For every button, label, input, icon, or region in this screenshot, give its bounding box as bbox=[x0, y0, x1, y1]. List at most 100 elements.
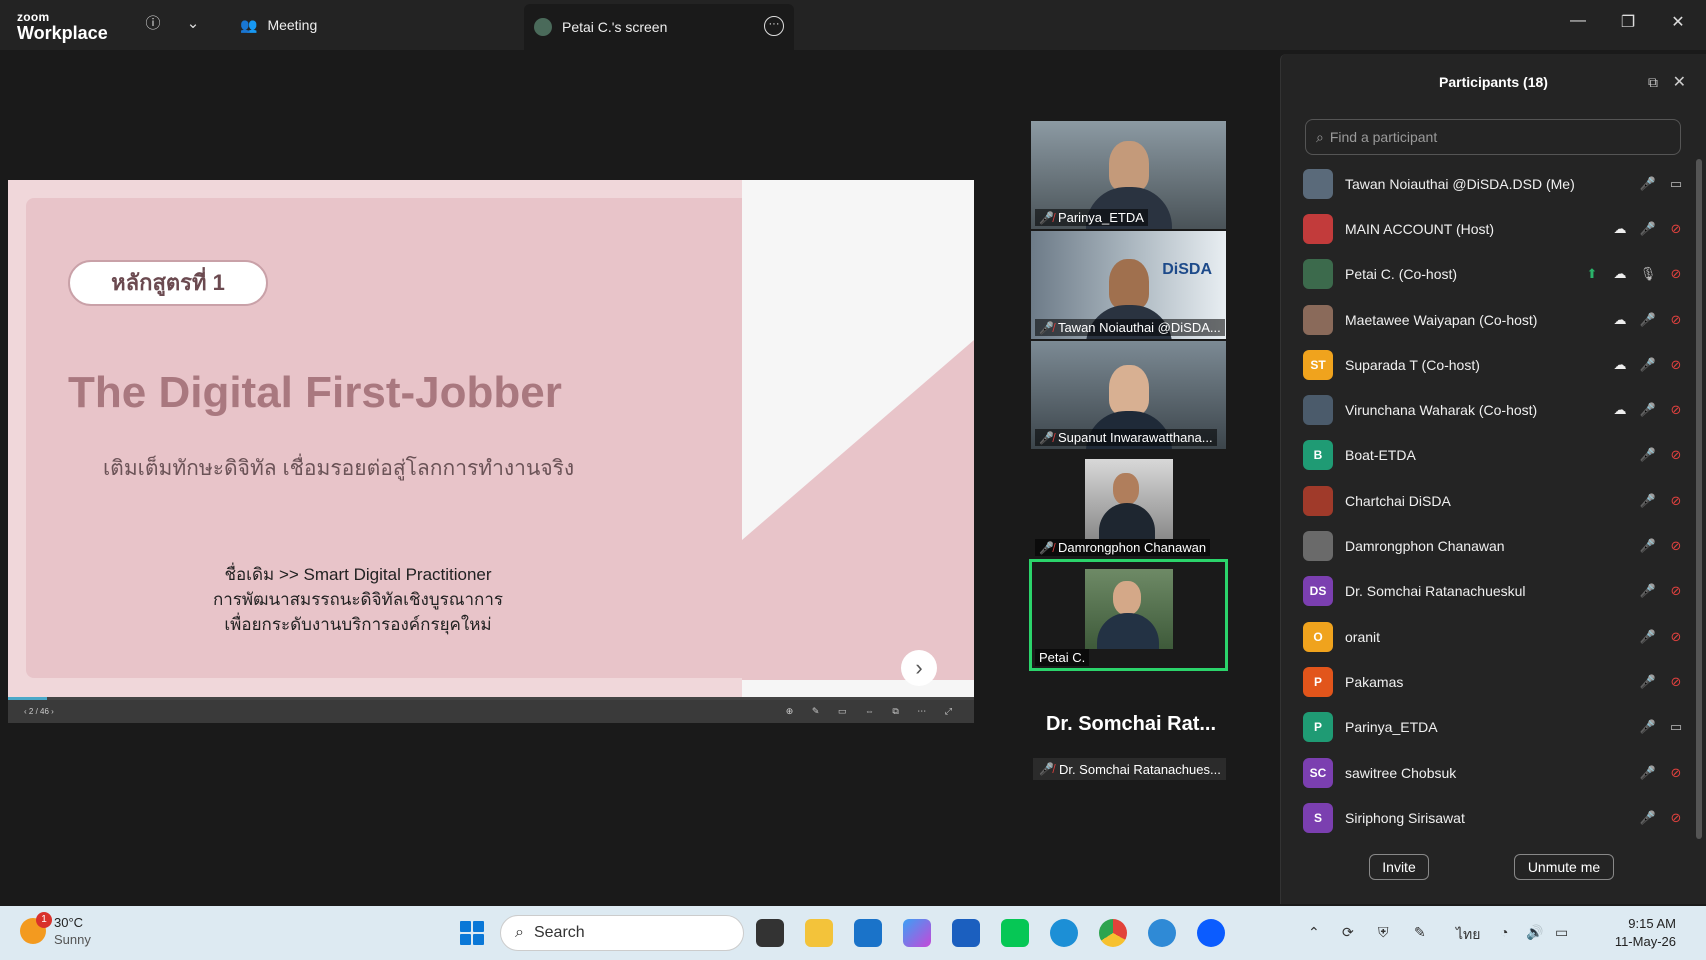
mic-muted-icon[interactable]: 🎤 bbox=[1639, 493, 1657, 509]
mic-muted-icon[interactable]: 🎤 bbox=[1639, 357, 1657, 373]
participant-avatar bbox=[1303, 395, 1333, 426]
video-tile-4[interactable]: 🎤̸ Damrongphon Chanawan bbox=[1031, 451, 1226, 559]
participant-search-input[interactable]: ⌕ Find a participant bbox=[1305, 119, 1681, 155]
language-indicator[interactable]: ไทย bbox=[1456, 924, 1480, 946]
slide-page-indicator[interactable]: ‹ 2 / 46 › bbox=[24, 707, 54, 716]
taskbar-search[interactable]: ⌕ Search bbox=[500, 915, 744, 951]
start-button[interactable] bbox=[460, 921, 484, 945]
battery-icon[interactable]: ▭ bbox=[1555, 924, 1568, 941]
participant-row[interactable]: B Boat-ETDA 🎤 ⊘ bbox=[1295, 433, 1685, 478]
cloud-recording-icon[interactable]: ☁ bbox=[1611, 357, 1629, 373]
camera-on-icon[interactable]: ▭ bbox=[1667, 176, 1685, 192]
mic-muted-icon[interactable]: 🎤 bbox=[1639, 629, 1657, 645]
participant-row[interactable]: Tawan Noiauthai @DiSDA.DSD (Me) 🎤 ▭ bbox=[1295, 161, 1685, 206]
store-icon[interactable] bbox=[952, 919, 980, 947]
mic-muted-icon[interactable]: 🎤 bbox=[1639, 810, 1657, 826]
participant-row[interactable]: P Parinya_ETDA 🎤 ▭ bbox=[1295, 705, 1685, 750]
video-tile-3[interactable]: 🎤̸ Supanut Inwarawatthana... bbox=[1031, 341, 1226, 449]
camera-off-icon[interactable]: ⊘ bbox=[1667, 765, 1685, 781]
participant-row[interactable]: ST Suparada T (Co-host) ☁ 🎤 ⊘ bbox=[1295, 342, 1685, 387]
camera-off-icon[interactable]: ⊘ bbox=[1667, 538, 1685, 554]
camera-off-icon[interactable]: ⊘ bbox=[1667, 583, 1685, 599]
video-tile-1[interactable]: 🎤̸ Parinya_ETDA bbox=[1031, 121, 1226, 229]
slide-tools[interactable]: ⊕ ✎ ▭ ⇔ ⧉ ⋯ ⤢ bbox=[786, 706, 960, 717]
participant-row[interactable]: Chartchai DiSDA 🎤 ⊘ bbox=[1295, 478, 1685, 523]
cloud-recording-icon[interactable]: ☁ bbox=[1611, 312, 1629, 328]
copilot-icon[interactable] bbox=[903, 919, 931, 947]
weather-widget[interactable]: 1 30°C Sunny bbox=[20, 912, 91, 948]
camera-on-icon[interactable]: ▭ bbox=[1667, 719, 1685, 735]
mic-muted-icon: 🎤̸ bbox=[1039, 540, 1054, 555]
zoom-icon[interactable] bbox=[1197, 919, 1225, 947]
video-tile-active-speaker[interactable]: Petai C. bbox=[1029, 559, 1228, 671]
outlook-icon[interactable] bbox=[854, 919, 882, 947]
security-icon[interactable]: ⛨ bbox=[1378, 924, 1389, 941]
system-clock[interactable]: 9:15 AM 11-May-26 bbox=[1615, 915, 1676, 951]
mic-muted-icon[interactable]: 🎤 bbox=[1639, 674, 1657, 690]
mic-muted-icon[interactable]: 🎤 bbox=[1639, 402, 1657, 418]
pop-out-icon[interactable]: ⧉ bbox=[1648, 74, 1658, 91]
camera-off-icon[interactable]: ⊘ bbox=[1667, 402, 1685, 418]
close-panel-icon[interactable]: ✕ bbox=[1673, 72, 1686, 92]
mic-muted-icon[interactable]: 🎤 bbox=[1639, 765, 1657, 781]
participant-row[interactable]: Maetawee Waiyapan (Co-host) ☁ 🎤 ⊘ bbox=[1295, 297, 1685, 342]
mic-muted-icon[interactable]: 🎤 bbox=[1639, 447, 1657, 463]
cloud-recording-icon[interactable]: ☁ bbox=[1611, 266, 1629, 282]
mic-muted-icon[interactable]: 🎤 bbox=[1639, 176, 1657, 192]
camera-off-icon[interactable]: ⊘ bbox=[1667, 357, 1685, 373]
show-hidden-icons[interactable]: ⌃ bbox=[1308, 924, 1320, 941]
close-window-button[interactable]: ✕ bbox=[1666, 12, 1690, 32]
mic-muted-icon[interactable]: 🎤 bbox=[1639, 221, 1657, 237]
task-view-icon[interactable] bbox=[756, 919, 784, 947]
unmute-me-button[interactable]: Unmute me bbox=[1514, 854, 1614, 880]
edge-icon[interactable] bbox=[1050, 919, 1078, 947]
restore-button[interactable]: ❐ bbox=[1616, 12, 1640, 32]
mic-muted-icon[interactable]: 🎤 bbox=[1639, 583, 1657, 599]
participant-row[interactable]: Damrongphon Chanawan 🎤 ⊘ bbox=[1295, 523, 1685, 568]
participant-row[interactable]: P Pakamas 🎤 ⊘ bbox=[1295, 659, 1685, 704]
minimize-button[interactable]: — bbox=[1566, 12, 1590, 30]
chevron-down-icon[interactable]: ⌄ bbox=[182, 13, 204, 35]
pen-icon[interactable]: ✎ bbox=[1414, 924, 1426, 941]
wifi-icon[interactable]: ◔ bbox=[1500, 924, 1508, 940]
chrome-icon[interactable] bbox=[1099, 919, 1127, 947]
line-icon[interactable] bbox=[1001, 919, 1029, 947]
camera-off-icon[interactable]: ⊘ bbox=[1667, 810, 1685, 826]
screen-share-icon[interactable]: ⬆ bbox=[1583, 266, 1601, 282]
shared-screen[interactable]: หลักสูตรที่ 1 The Digital First-Jobber เ… bbox=[8, 180, 974, 723]
participant-scrollbar[interactable] bbox=[1696, 159, 1702, 839]
camera-off-icon[interactable]: ⊘ bbox=[1667, 493, 1685, 509]
video-tile-2[interactable]: DiSDA 🎤̸ Tawan Noiauthai @DiSDA... bbox=[1031, 231, 1226, 339]
more-options-icon[interactable]: ··· bbox=[764, 16, 784, 36]
invite-button[interactable]: Invite bbox=[1369, 854, 1429, 880]
participant-row[interactable]: S Siriphong Sirisawat 🎤 ⊘ bbox=[1295, 795, 1685, 840]
tab-shared-screen[interactable]: Petai C.'s screen ··· bbox=[524, 4, 794, 50]
next-slide-button[interactable]: › bbox=[901, 650, 937, 686]
sync-icon[interactable]: ⟳ bbox=[1342, 924, 1354, 941]
camera-off-icon[interactable]: ⊘ bbox=[1667, 674, 1685, 690]
mic-muted-icon[interactable]: 🎤 bbox=[1639, 538, 1657, 554]
tab-meeting[interactable]: 👥 Meeting bbox=[240, 0, 317, 50]
camera-off-icon[interactable]: ⊘ bbox=[1667, 629, 1685, 645]
cloud-recording-icon[interactable]: ☁ bbox=[1611, 402, 1629, 418]
info-icon[interactable]: ⓘ bbox=[142, 13, 164, 35]
file-explorer-icon[interactable] bbox=[805, 919, 833, 947]
participant-row[interactable]: Ooranit 🎤 ⊘ bbox=[1295, 614, 1685, 659]
mic-on-icon[interactable]: 🎙 bbox=[1639, 266, 1657, 282]
participant-row[interactable]: Petai C. (Co-host) ⬆ ☁ 🎙 ⊘ bbox=[1295, 252, 1685, 297]
participant-avatar bbox=[1303, 485, 1333, 516]
mic-muted-icon[interactable]: 🎤 bbox=[1639, 312, 1657, 328]
participant-row[interactable]: SC sawitree Chobsuk 🎤 ⊘ bbox=[1295, 750, 1685, 795]
cloud-recording-icon[interactable]: ☁ bbox=[1611, 221, 1629, 237]
speaker-name-strip[interactable]: 🎤̸ Dr. Somchai Ratanachues... bbox=[1033, 758, 1226, 780]
participant-row[interactable]: DS Dr. Somchai Ratanachueskul 🎤 ⊘ bbox=[1295, 569, 1685, 614]
camera-off-icon[interactable]: ⊘ bbox=[1667, 221, 1685, 237]
participant-row[interactable]: MAIN ACCOUNT (Host) ☁ 🎤 ⊘ bbox=[1295, 206, 1685, 251]
participant-row[interactable]: Virunchana Waharak (Co-host) ☁ 🎤 ⊘ bbox=[1295, 387, 1685, 432]
camera-off-icon[interactable]: ⊘ bbox=[1667, 447, 1685, 463]
camera-off-icon[interactable]: ⊘ bbox=[1667, 312, 1685, 328]
app-icon[interactable] bbox=[1148, 919, 1176, 947]
camera-off-icon[interactable]: ⊘ bbox=[1667, 266, 1685, 282]
volume-icon[interactable]: 🔊 bbox=[1526, 924, 1543, 941]
mic-muted-icon[interactable]: 🎤 bbox=[1639, 719, 1657, 735]
